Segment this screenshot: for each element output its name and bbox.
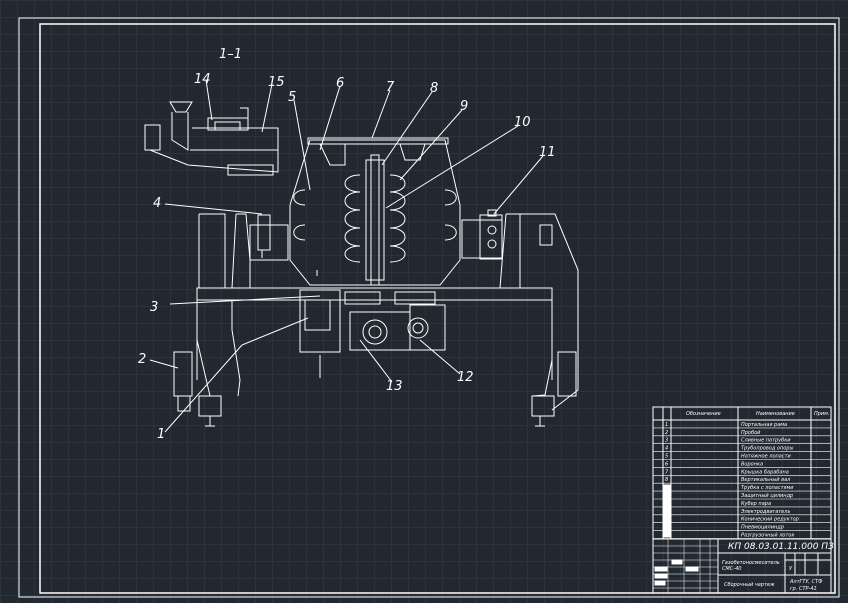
spec-row-pos: 2 (665, 430, 668, 436)
document-code: КП 08.03.01.11.000 ПЗ (728, 542, 834, 552)
callout-1: 1 (157, 427, 165, 442)
spec-row-name: Пробой (741, 430, 761, 436)
mixer-assembly (144, 79, 579, 433)
spec-row-pos: 1 (665, 422, 668, 428)
spec-row-pos: 12 (665, 509, 671, 515)
spec-row-name: Натяжное лопасти (741, 454, 791, 460)
product-name-2: СМС-40 (722, 566, 741, 572)
callout-13: 13 (386, 379, 403, 394)
spec-row-pos: 13 (665, 517, 671, 523)
spec-row-pos: 9 (665, 485, 668, 491)
callout-3: 3 (150, 300, 158, 315)
spec-row-name: Трубопровод опоры (741, 446, 793, 452)
spec-row-name: Трубка с лопастями (741, 485, 794, 491)
callout-12: 12 (457, 370, 474, 385)
callout-4: 4 (153, 196, 161, 211)
spec-header-note: Прим. (814, 411, 830, 417)
spec-row-pos: 5 (665, 454, 668, 460)
callout-7: 7 (386, 80, 395, 95)
spec-row-name: Портальная рама (741, 422, 787, 428)
spec-row-pos: 7 (665, 469, 669, 475)
outer-frame (18, 17, 840, 598)
spec-rows: 1 Портальная рама 2 Пробой 3 Сливные патрубки… (665, 422, 799, 539)
spec-header-name: Наименование (756, 411, 795, 417)
callout-8: 8 (430, 81, 438, 96)
org-line-1: АлтГТУ, СТФ (789, 579, 823, 585)
spec-row-pos: 14 (665, 525, 671, 531)
drawing-canvas: 1–1 123456 7 891011121314 15 Обозначение На… (18, 17, 840, 598)
spec-row-name: Электродвигатель (740, 509, 790, 515)
spec-row-name: Разгрузочный лоток (741, 533, 794, 539)
section-label: 1–1 (219, 47, 242, 62)
callout-6: 6 (336, 76, 344, 91)
spec-row-pos: 4 (665, 446, 668, 452)
spec-row-name: Кубер пара (741, 501, 771, 507)
callout-11: 11 (539, 145, 556, 160)
callout-10: 10 (514, 115, 531, 130)
callout-2: 2 (138, 352, 146, 367)
spec-row-pos: 15 (665, 533, 671, 539)
letter: У (789, 566, 793, 572)
spec-row-name: Пневмоцилиндр (741, 525, 784, 531)
spec-row-pos: 6 (665, 461, 668, 467)
org-line-2: гр. СТР-41 (790, 586, 817, 592)
spec-row-pos: 8 (665, 477, 668, 483)
spec-row-name: Воронка (741, 461, 763, 467)
callout-9: 9 (460, 99, 468, 114)
spec-row-name: Сливные патрубки (741, 438, 791, 444)
drawing-type: Сборочный чертеж (724, 582, 775, 588)
callout-14: 14 (194, 72, 211, 87)
spec-row-pos: 11 (665, 501, 671, 507)
spec-row-name: Конический редуктор (741, 517, 799, 523)
callout-15: 15 (268, 75, 285, 90)
inner-frame (39, 23, 836, 594)
spec-row-name: Вертикальный вал (741, 477, 791, 483)
callout-5: 5 (288, 90, 296, 105)
spec-row-name: Защитный цилиндр (741, 493, 793, 499)
spec-row-pos: 3 (665, 438, 668, 444)
spec-row-name: Крышка барабана (741, 469, 789, 475)
spec-row-pos: 10 (665, 493, 671, 499)
spec-header-designation: Обозначение (686, 411, 721, 417)
